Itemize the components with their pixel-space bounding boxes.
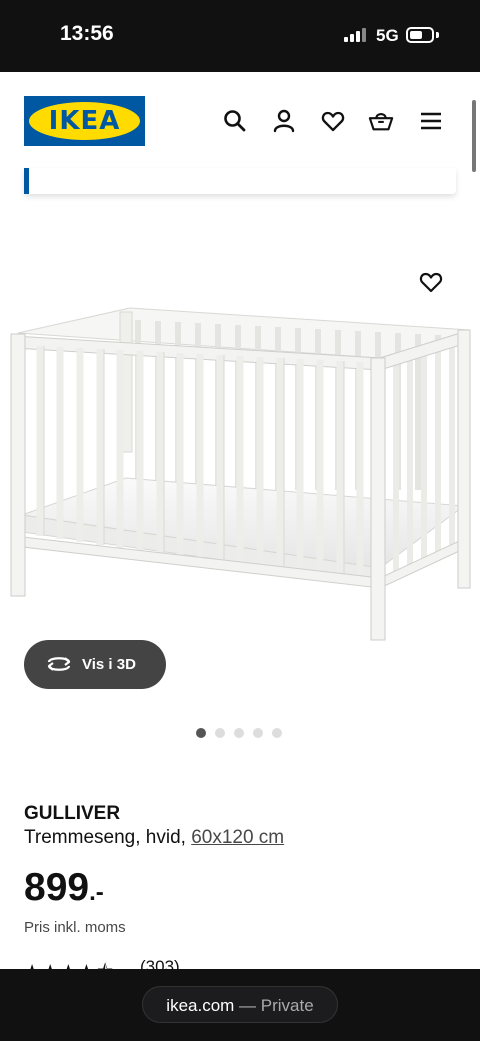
product-size-link[interactable]: 60x120 cm — [191, 827, 284, 848]
user-icon[interactable] — [271, 108, 297, 134]
private-mode-label: — Private — [234, 996, 314, 1015]
view-in-3d-label: Vis i 3D — [82, 656, 136, 673]
status-bar: 13:56 5G — [0, 0, 480, 72]
network-type: 5G — [376, 26, 399, 45]
favourite-icon[interactable] — [418, 270, 444, 294]
image-pagination[interactable] — [196, 728, 282, 738]
product-name: GULLIVER — [24, 803, 121, 824]
pagination-dot[interactable] — [272, 728, 282, 738]
price-suffix: .- — [89, 879, 104, 906]
site-header: IKEA — [0, 72, 480, 168]
pagination-dot[interactable] — [253, 728, 263, 738]
price-note: Pris inkl. moms — [24, 919, 126, 936]
pagination-dot[interactable] — [196, 728, 206, 738]
product-type: Tremmeseng, hvid, — [24, 827, 192, 848]
logo-text: IKEA — [48, 106, 121, 136]
view-in-3d-button[interactable]: Vis i 3D — [24, 640, 166, 689]
browser-bar: ikea.com — Private — [0, 969, 480, 1041]
address-bar[interactable]: ikea.com — Private — [142, 986, 338, 1023]
search-icon[interactable] — [222, 108, 248, 134]
price-value: 899 — [24, 866, 90, 909]
heart-icon[interactable] — [320, 108, 346, 134]
pagination-dot[interactable] — [234, 728, 244, 738]
address-domain: ikea.com — [166, 996, 235, 1015]
info-banner[interactable] — [24, 168, 456, 194]
menu-icon[interactable] — [418, 108, 444, 134]
status-time: 13:56 — [60, 22, 114, 45]
pagination-dot[interactable] — [215, 728, 225, 738]
product-description: Tremmeseng, hvid, 60x120 cm — [24, 827, 284, 849]
basket-icon[interactable] — [368, 108, 394, 134]
rotate-3d-icon — [47, 657, 71, 671]
battery-icon — [406, 27, 434, 43]
scroll-indicator — [472, 100, 476, 172]
ikea-logo[interactable]: IKEA — [24, 96, 145, 146]
signal-icon — [344, 28, 366, 42]
battery-tip — [436, 32, 439, 38]
product-price: 899.- — [24, 866, 104, 910]
product-image[interactable] — [8, 300, 472, 645]
